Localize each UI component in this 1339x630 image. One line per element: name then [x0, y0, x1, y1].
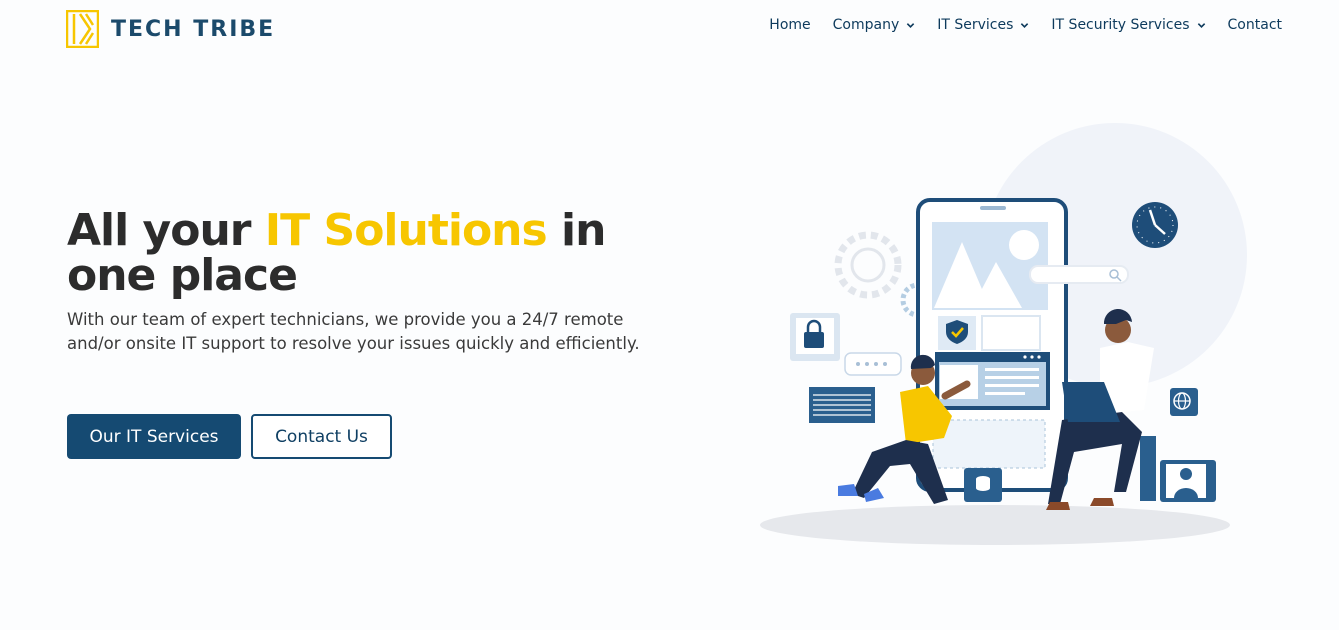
nav-item-label: IT Services — [937, 17, 1014, 33]
hero-title-part1: All your — [67, 205, 265, 256]
brand-name: TECH TRIBE — [111, 16, 276, 42]
our-it-services-button[interactable]: Our IT Services — [67, 414, 241, 459]
nav-item-company[interactable]: Company — [833, 17, 916, 33]
main-nav: Home Company IT Services IT Security Ser… — [769, 17, 1282, 33]
nav-item-home[interactable]: Home — [769, 17, 810, 33]
nav-item-label: IT Security Services — [1051, 17, 1190, 33]
hero-title: All your IT Solutions in one place — [67, 208, 687, 298]
nav-item-it-security-services[interactable]: IT Security Services — [1051, 17, 1205, 33]
tech-tribe-logo-icon — [66, 10, 99, 48]
it-support-illustration — [760, 123, 1247, 545]
nav-item-label: Company — [832, 17, 900, 33]
chevron-down-icon — [1021, 22, 1029, 28]
nav-item-label: Contact — [1227, 17, 1282, 33]
nav-item-label: Home — [769, 17, 811, 33]
hero-description: With our team of expert technicians, we … — [67, 310, 640, 353]
hero-title-accent: IT Solutions — [264, 205, 548, 256]
chevron-down-icon — [907, 22, 915, 28]
nav-item-contact[interactable]: Contact — [1228, 17, 1282, 33]
site-header: TECH TRIBE Home Company IT Services IT S… — [0, 0, 1339, 56]
nav-item-it-services[interactable]: IT Services — [937, 17, 1029, 33]
chevron-down-icon — [1197, 22, 1205, 28]
contact-us-button[interactable]: Contact Us — [251, 414, 392, 459]
site-logo[interactable]: TECH TRIBE — [66, 10, 275, 48]
